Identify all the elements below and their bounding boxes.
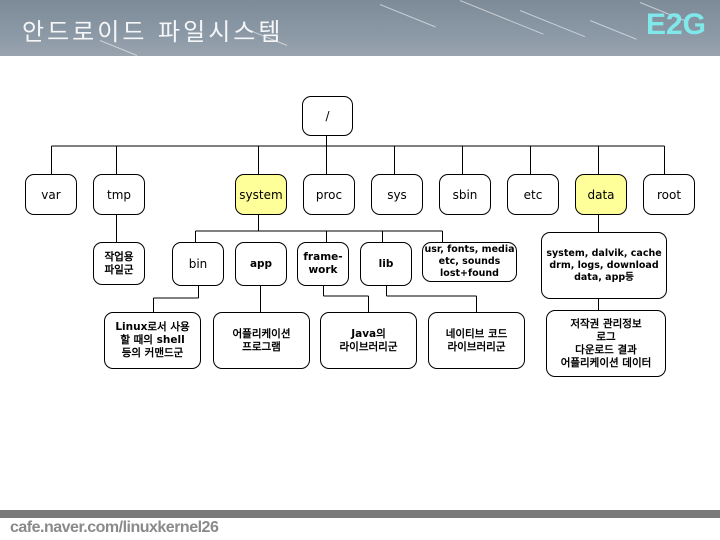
footer-url: cafe.naver.com/linuxkernel26 (10, 519, 219, 536)
node-tmp: tmp (93, 174, 145, 215)
node-lib: lib (360, 242, 412, 286)
node-etc: etc (507, 174, 559, 215)
node-proc: proc (303, 174, 355, 215)
node-system-misc: usr, fonts, media etc, sounds lost+found (422, 242, 517, 282)
desc-app: 어플리케이션 프로그램 (213, 312, 310, 369)
node-sbin: sbin (439, 174, 491, 215)
desc-data: 저작권 관리정보 로그 다운로드 결과 어플리케이션 데이터 (546, 310, 666, 377)
node-system: system (235, 174, 287, 215)
node-bin: bin (172, 242, 224, 286)
node-app: app (235, 242, 287, 286)
footer-divider (0, 510, 720, 518)
node-root-home: root (643, 174, 695, 215)
node-root: / (302, 96, 353, 136)
node-sys: sys (371, 174, 423, 215)
node-tmp-work-files: 작업용 파일군 (93, 242, 145, 285)
node-framework: frame- work (297, 242, 349, 286)
desc-lib: 네이티브 코드 라이브러리군 (428, 312, 525, 369)
node-data-subdirs: system, dalvik, cache drm, logs, downloa… (541, 232, 667, 299)
desc-bin: Linux로서 사용 할 때의 shell 등의 커맨드군 (104, 312, 201, 369)
node-data: data (575, 174, 627, 215)
desc-framework: Java의 라이브러리군 (320, 312, 417, 369)
node-var: var (25, 174, 77, 215)
